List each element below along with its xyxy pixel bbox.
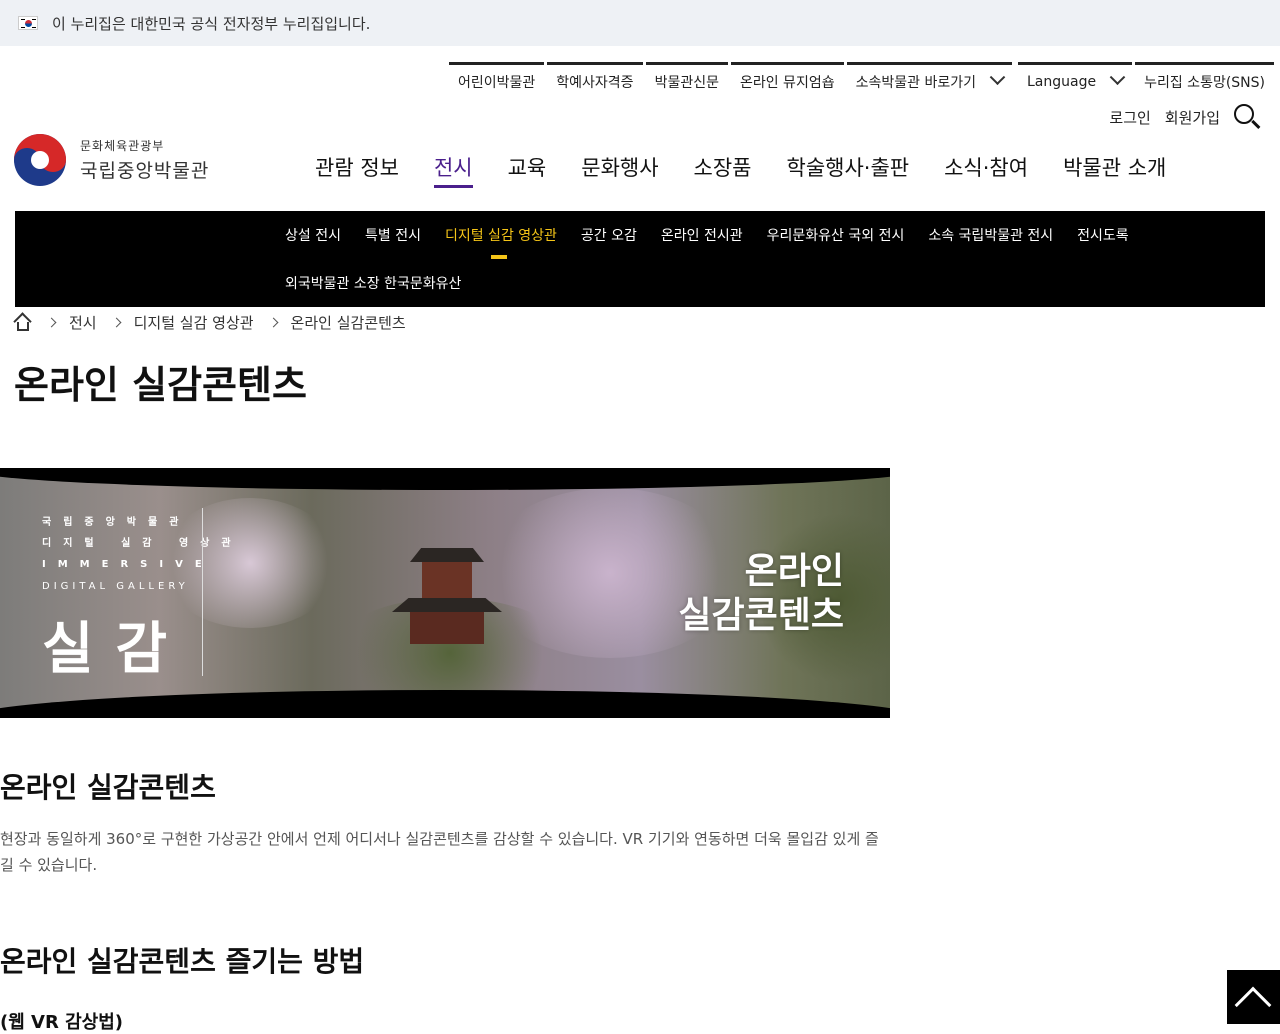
section-description: 현장과 동일하게 360°로 구현한 가상공간 안에서 언제 어디서나 실감콘텐… [0,830,879,874]
logo-museum-name: 국립중앙박물관 [80,160,210,182]
sub-nav: 상설 전시 특별 전시 디지털 실감 영상관 공간 오감 온라인 전시관 우리문… [15,211,1265,307]
util-sns[interactable]: 누리집 소통망(SNS) [1135,62,1274,98]
main-nav: 관람 정보 전시 교육 문화행사 소장품 학술행사·출판 소식·참여 박물관 소… [315,152,1201,188]
nav-academic[interactable]: 학술행사·출판 [787,152,910,188]
howto-title: 온라인 실감콘텐츠 즐기는 방법 [0,945,365,978]
sub-overseas[interactable]: 우리문화유산 국외 전시 [767,225,905,245]
login-link[interactable]: 로그인 [1109,107,1150,128]
nav-education[interactable]: 교육 [508,152,547,188]
utility-nav: 어린이박물관 학예사자격증 박물관신문 온라인 뮤지엄숍 소속박물관 바로가기 [449,62,1015,98]
howto-subtitle: (웹 VR 감상법) [0,1012,124,1033]
hero-line-gallery: 디지털 실감 영상관 [42,538,243,549]
hero-big-text: 실감 [42,617,190,682]
chevron-right-icon [46,317,57,328]
hero-line-immersive: IMMERSIVE [42,559,214,570]
breadcrumb: 전시 디지털 실감 영상관 온라인 실감콘텐츠 [13,311,406,333]
chevron-right-icon [111,317,122,328]
util-kids-museum[interactable]: 어린이박물관 [449,62,545,98]
korea-flag-icon [18,16,38,30]
util-newsletter[interactable]: 박물관신문 [645,62,728,98]
hero-line-digital-gallery: DIGITAL GALLERY [42,581,189,592]
scroll-to-top-button[interactable] [1227,970,1280,1024]
sub-permanent[interactable]: 상설 전시 [285,225,341,245]
chevron-right-icon [268,317,278,328]
museum-logo[interactable]: 문화체육관광부 국립중앙박물관 [14,134,209,186]
util-curator-cert[interactable]: 학예사자격증 [547,62,643,98]
util-affiliated-museums[interactable]: 소속박물관 바로가기 [846,62,1012,98]
nav-exhibition[interactable]: 전시 [433,152,473,188]
signup-link[interactable]: 회원가입 [1165,107,1220,128]
nav-news[interactable]: 소식·참여 [944,152,1028,188]
sub-special[interactable]: 특별 전시 [365,225,421,245]
hero-banner-image: 국립중앙박물관 디지털 실감 영상관 IMMERSIVE DIGITAL GAL… [0,468,890,718]
logo-ministry: 문화체육관광부 [80,139,165,153]
museum-emblem-icon [14,134,66,186]
nav-about[interactable]: 박물관 소개 [1063,152,1166,188]
sub-affiliated[interactable]: 소속 국립박물관 전시 [928,225,1053,245]
home-icon[interactable] [13,311,32,332]
gov-banner: 이 누리집은 대한민국 공식 전자정부 누리집입니다. [0,0,1280,46]
breadcrumb-current: 온라인 실감콘텐츠 [290,314,406,332]
page-title: 온라인 실감콘텐츠 [14,363,307,407]
hero-right-line2: 실감콘텐츠 [678,595,844,636]
section-title: 온라인 실감콘텐츠 [0,771,216,804]
sub-catalog[interactable]: 전시도록 [1077,225,1129,245]
language-label: Language [1027,73,1097,90]
chevron-up-icon [1234,986,1272,1024]
chevron-down-icon [1109,69,1126,86]
gov-banner-text: 이 누리집은 대한민국 공식 전자정부 누리집입니다. [52,14,371,33]
pagoda-illustration [392,528,502,658]
util-affiliated-label: 소속박물관 바로가기 [855,74,976,91]
account-links: 로그인 회원가입 [1109,104,1261,130]
hero-line-museum: 국립중앙박물관 [42,517,191,528]
breadcrumb-exhibition[interactable]: 전시 [69,312,97,333]
utility-nav-right: Language 누리집 소통망(SNS) [1018,62,1277,98]
nav-collection[interactable]: 소장품 [694,152,752,188]
hero-right-line1: 온라인 [744,551,844,592]
sub-online-exhibition[interactable]: 온라인 전시관 [661,225,743,245]
nav-cultural-events[interactable]: 문화행사 [581,152,658,188]
chevron-down-icon [989,69,1006,86]
breadcrumb-digital-gallery[interactable]: 디지털 실감 영상관 [134,312,254,333]
sub-space-ogam[interactable]: 공간 오감 [581,225,637,245]
search-icon[interactable] [1234,104,1261,130]
language-select[interactable]: Language [1018,62,1133,98]
sub-digital-gallery[interactable]: 디지털 실감 영상관 [445,225,557,259]
util-museum-shop[interactable]: 온라인 뮤지엄숍 [730,62,844,98]
sub-foreign-korean-heritage[interactable]: 외국박물관 소장 한국문화유산 [285,273,461,293]
nav-visit-info[interactable]: 관람 정보 [315,152,399,188]
